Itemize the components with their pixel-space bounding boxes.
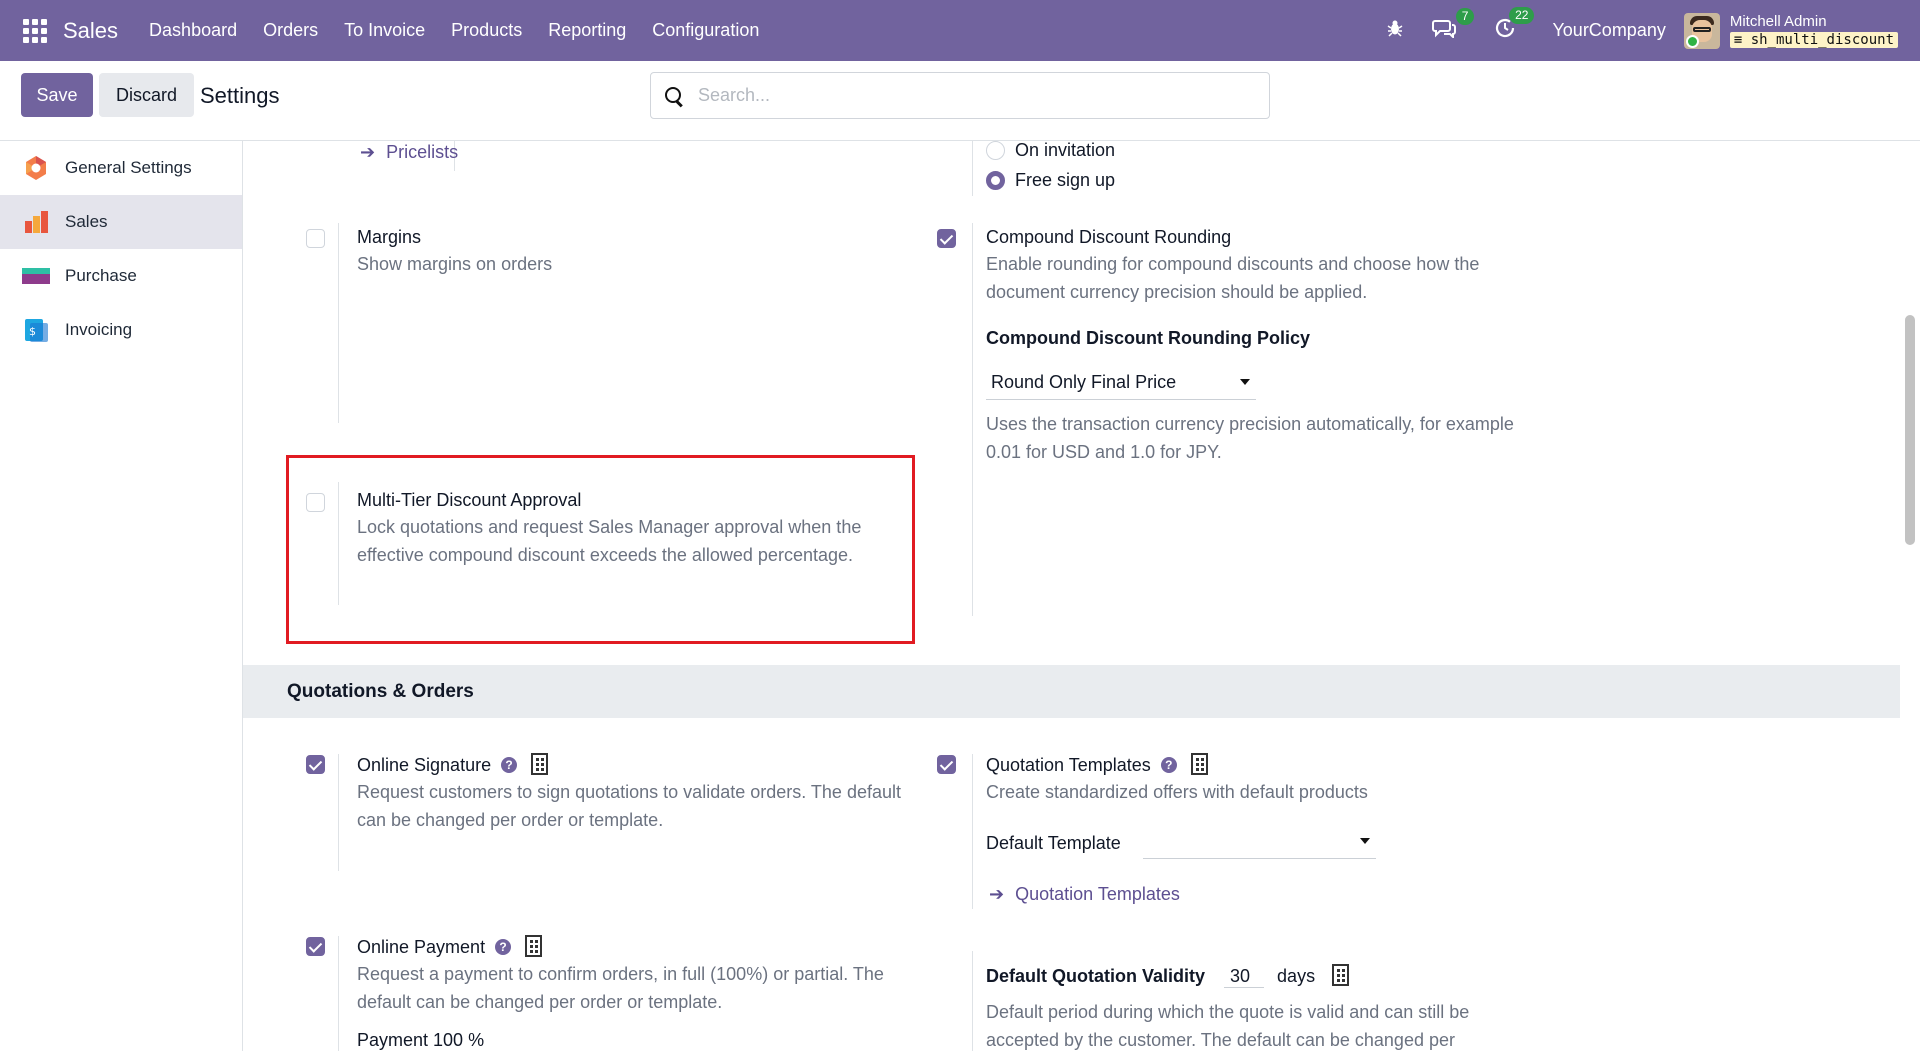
signup-invitation-label: On invitation bbox=[1015, 141, 1116, 160]
section-title: Quotations & Orders bbox=[287, 681, 474, 702]
menu-reporting[interactable]: Reporting bbox=[535, 20, 639, 41]
breadcrumb-settings: Settings bbox=[200, 83, 280, 108]
quotation-templates-description: Create standardized offers with default … bbox=[986, 782, 1368, 802]
default-template-select[interactable] bbox=[1143, 827, 1376, 859]
messages-count-badge: 7 bbox=[1455, 8, 1475, 25]
company-switcher[interactable]: YourCompany bbox=[1552, 20, 1665, 41]
validity-days-input[interactable]: 30 bbox=[1224, 966, 1265, 988]
user-menu[interactable]: Mitchell Admin ≡ sh_multi_discount bbox=[1729, 12, 1898, 49]
page-scrollbar[interactable] bbox=[1905, 315, 1915, 545]
chevron-down-icon bbox=[1360, 838, 1370, 844]
help-icon[interactable]: ? bbox=[501, 757, 518, 773]
purchase-app-icon bbox=[22, 262, 50, 290]
help-icon[interactable]: ? bbox=[1160, 757, 1177, 773]
invoicing-app-icon: $ bbox=[22, 316, 50, 344]
search-input[interactable] bbox=[698, 85, 1258, 106]
save-button[interactable]: Save bbox=[21, 73, 93, 117]
general-settings-icon bbox=[22, 154, 50, 182]
quotation-templates-title: Quotation Templates bbox=[986, 755, 1151, 775]
company-building-icon bbox=[525, 935, 543, 957]
quotation-templates-link[interactable]: ➔ Quotation Templates bbox=[989, 884, 1180, 905]
company-building-icon bbox=[1190, 753, 1208, 775]
compound-rounding-title: Compound Discount Rounding bbox=[986, 227, 1232, 247]
margins-checkbox[interactable] bbox=[306, 229, 325, 248]
top-navbar: Sales Dashboard Orders To Invoice Produc… bbox=[0, 0, 1920, 61]
default-template-label: Default Template bbox=[986, 833, 1121, 853]
sidebar-item-invoicing[interactable]: $ Invoicing bbox=[0, 303, 242, 357]
company-building-icon bbox=[1332, 964, 1350, 986]
quotation-templates-checkbox[interactable] bbox=[937, 755, 956, 774]
validity-unit: days bbox=[1277, 966, 1316, 986]
app-grid-icon[interactable] bbox=[23, 18, 47, 43]
settings-search-box bbox=[650, 72, 1270, 119]
pricelists-link-label: Pricelists bbox=[386, 142, 459, 162]
activity-clock-icon[interactable]: 22 bbox=[1494, 7, 1535, 44]
margins-title: Margins bbox=[357, 227, 422, 247]
discard-button[interactable]: Discard bbox=[99, 73, 194, 117]
margins-description: Show margins on orders bbox=[357, 254, 553, 274]
sidebar-item-label: Purchase bbox=[65, 266, 137, 285]
rounding-policy-label: Compound Discount Rounding Policy bbox=[986, 328, 1310, 348]
control-panel: Save Discard Settings bbox=[0, 61, 1920, 141]
menu-dashboard[interactable]: Dashboard bbox=[136, 20, 250, 41]
activities-count-badge: 22 bbox=[1509, 7, 1535, 24]
sales-app-icon bbox=[22, 208, 50, 236]
online-signature-checkbox[interactable] bbox=[306, 755, 325, 774]
signup-free-label: Free sign up bbox=[1015, 170, 1116, 190]
compound-rounding-description: Enable rounding for compound discounts a… bbox=[986, 254, 1480, 302]
online-payment-checkbox[interactable] bbox=[306, 937, 325, 956]
sidebar-item-label: General Settings bbox=[65, 158, 192, 177]
quotation-templates-link-label: Quotation Templates bbox=[1015, 884, 1180, 904]
company-building-icon bbox=[531, 753, 549, 775]
database-tag: ≡ sh_multi_discount bbox=[1729, 31, 1898, 48]
sidebar-item-general-settings[interactable]: General Settings bbox=[0, 141, 242, 195]
search-icon bbox=[664, 86, 684, 106]
section-quotations-orders: Quotations & Orders bbox=[243, 665, 1900, 718]
user-name: Mitchell Admin bbox=[1729, 12, 1827, 30]
help-icon[interactable]: ? bbox=[495, 939, 512, 955]
pricelists-link[interactable]: ➔ Pricelists bbox=[360, 142, 458, 163]
rounding-policy-value: Round Only Final Price bbox=[991, 372, 1177, 392]
rounding-policy-select[interactable]: Round Only Final Price bbox=[986, 368, 1256, 400]
online-status-dot bbox=[1686, 35, 1699, 48]
app-brand[interactable]: Sales bbox=[63, 18, 118, 44]
settings-sidebar: General Settings Sales Purchase $ Invoic… bbox=[0, 141, 243, 1051]
compound-rounding-checkbox[interactable] bbox=[937, 229, 956, 248]
validity-description: Default period during which the quote is… bbox=[986, 1002, 1470, 1050]
database-name: sh_multi_discount bbox=[1750, 31, 1894, 48]
messages-icon[interactable]: 7 bbox=[1432, 8, 1475, 43]
online-signature-description: Request customers to sign quotations to … bbox=[357, 782, 901, 830]
prepayment-percent-field[interactable]: Payment 100 % bbox=[357, 1030, 917, 1051]
chevron-down-icon bbox=[1240, 379, 1250, 385]
menu-orders[interactable]: Orders bbox=[250, 20, 331, 41]
debug-bug-icon[interactable] bbox=[1386, 19, 1404, 42]
validity-label: Default Quotation Validity bbox=[986, 966, 1206, 986]
online-payment-title: Online Payment bbox=[357, 937, 486, 957]
highlight-box bbox=[286, 455, 915, 644]
svg-text:$: $ bbox=[29, 325, 36, 338]
arrow-right-icon: ➔ bbox=[360, 142, 376, 162]
signup-invitation-radio[interactable] bbox=[986, 141, 1005, 160]
menu-to-invoice[interactable]: To Invoice bbox=[331, 20, 438, 41]
signup-free-radio[interactable] bbox=[986, 171, 1005, 190]
online-signature-title: Online Signature bbox=[357, 755, 492, 775]
rounding-policy-description: Uses the transaction currency precision … bbox=[986, 414, 1514, 462]
sidebar-item-label: Sales bbox=[65, 212, 108, 231]
arrow-right-icon: ➔ bbox=[989, 884, 1005, 904]
online-payment-description: Request a payment to confirm orders, in … bbox=[357, 964, 884, 1012]
menu-configuration[interactable]: Configuration bbox=[639, 20, 772, 41]
menu-products[interactable]: Products bbox=[438, 20, 535, 41]
sidebar-item-label: Invoicing bbox=[65, 320, 133, 339]
sidebar-item-purchase[interactable]: Purchase bbox=[0, 249, 242, 303]
sidebar-item-sales[interactable]: Sales bbox=[0, 195, 242, 249]
